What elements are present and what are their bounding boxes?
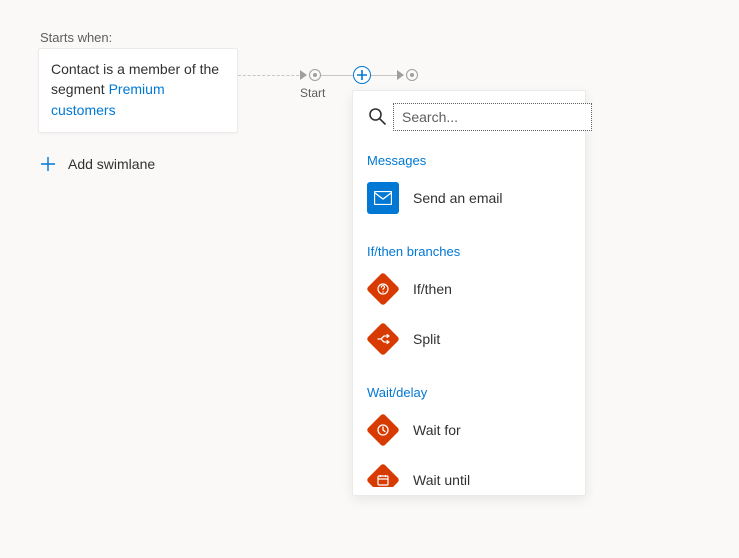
- arrow-icon-2: [397, 70, 404, 80]
- start-node[interactable]: [309, 69, 321, 81]
- group-header-wait: Wait/delay: [367, 385, 571, 400]
- group-header-messages: Messages: [367, 153, 571, 168]
- starts-when-label: Starts when:: [40, 30, 112, 45]
- action-label: Wait for: [413, 422, 461, 438]
- action-picker-popup: Messages Send an email If/then branches …: [352, 90, 586, 496]
- action-send-email[interactable]: Send an email: [367, 178, 571, 218]
- add-swimlane-label: Add swimlane: [68, 156, 155, 172]
- action-label: If/then: [413, 281, 452, 297]
- split-icon: [367, 323, 399, 355]
- action-label: Split: [413, 331, 440, 347]
- action-label: Wait until: [413, 472, 470, 487]
- action-if-then[interactable]: If/then: [367, 269, 571, 309]
- action-wait-for[interactable]: Wait for: [367, 410, 571, 450]
- arrow-icon: [300, 70, 307, 80]
- clock-icon: [367, 414, 399, 446]
- start-node-label: Start: [300, 86, 325, 100]
- end-node: [406, 69, 418, 81]
- trigger-card[interactable]: Contact is a member of the segment Premi…: [38, 48, 238, 133]
- search-icon: [367, 106, 387, 129]
- plus-icon: [41, 157, 55, 171]
- action-list-scroll[interactable]: Messages Send an email If/then branches …: [367, 147, 577, 487]
- question-icon: [367, 273, 399, 305]
- add-step-button[interactable]: [353, 66, 371, 84]
- connector-dashed: [238, 75, 304, 76]
- action-split[interactable]: Split: [367, 319, 571, 359]
- connector-line: [321, 75, 353, 76]
- action-wait-until[interactable]: Wait until: [367, 460, 571, 487]
- search-input[interactable]: [393, 103, 592, 131]
- calendar-icon: [367, 464, 399, 487]
- plus-icon: [357, 70, 367, 80]
- action-label: Send an email: [413, 190, 503, 206]
- add-swimlane-button[interactable]: Add swimlane: [41, 156, 155, 172]
- group-header-branches: If/then branches: [367, 244, 571, 259]
- mail-icon: [367, 182, 399, 214]
